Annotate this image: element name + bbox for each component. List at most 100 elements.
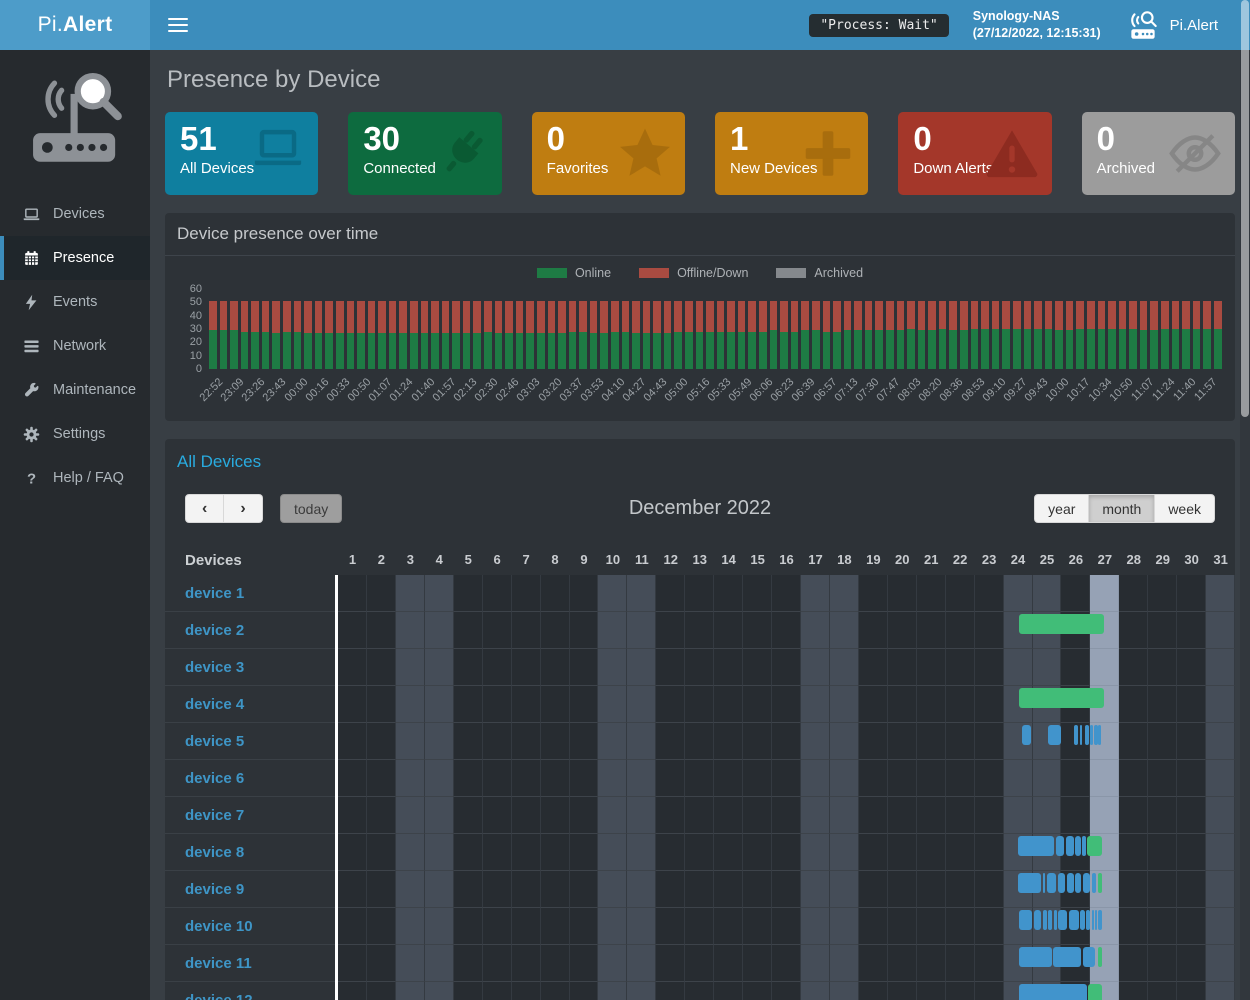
sidebar-item-events[interactable]: Events [0, 280, 150, 324]
scrollbar-thumb[interactable] [1241, 0, 1249, 417]
sidebar-logo [0, 50, 150, 174]
day-cell-14 [714, 575, 743, 612]
day-cell-19 [859, 649, 888, 686]
device-link[interactable]: device 11 [185, 955, 252, 972]
chart-bar [399, 301, 407, 369]
device-link[interactable]: device 9 [185, 881, 244, 898]
day-header-11: 11 [627, 545, 656, 575]
day-cell-7 [512, 612, 541, 649]
summary-card-new-devices[interactable]: 1New Devices [715, 112, 868, 195]
day-cell-29 [1148, 575, 1177, 612]
day-cell-21 [917, 760, 946, 797]
day-cell-28 [1119, 686, 1148, 723]
device-cell: device 2 [165, 612, 335, 649]
presence-segment [1074, 725, 1077, 745]
day-cell-2 [367, 612, 396, 649]
day-cell-21 [917, 575, 946, 612]
summary-card-all-devices[interactable]: 51All Devices [165, 112, 318, 195]
day-cell-19 [859, 834, 888, 871]
online-segment [971, 329, 979, 369]
legend-swatch [537, 268, 567, 278]
day-cell-22 [946, 649, 975, 686]
sidebar-item-help-faq[interactable]: ?Help / FAQ [0, 456, 150, 500]
summary-card-archived[interactable]: 0Archived [1082, 112, 1235, 195]
view-month-button[interactable]: month [1089, 494, 1154, 523]
day-cell-13 [685, 908, 714, 945]
online-segment [611, 332, 619, 369]
device-link[interactable]: device 5 [185, 733, 244, 750]
calendar-panel: All Devices ‹ › today December 2022 year… [165, 439, 1235, 1000]
presence-segment [1094, 725, 1098, 745]
sidebar-item-network[interactable]: Network [0, 324, 150, 368]
online-segment [844, 330, 852, 369]
legend-swatch [776, 268, 806, 278]
presence-segment [1056, 836, 1065, 856]
day-cell-8 [541, 612, 570, 649]
offline-segment [495, 301, 503, 333]
presence-segment [1083, 873, 1091, 893]
online-segment [875, 330, 883, 369]
device-link[interactable]: device 12 [185, 992, 253, 1000]
day-cell-9 [570, 575, 599, 612]
offline-segment [1098, 301, 1106, 329]
summary-card-favorites[interactable]: 0Favorites [532, 112, 685, 195]
device-link[interactable]: device 8 [185, 844, 244, 861]
day-cell-19 [859, 723, 888, 760]
day-cell-30 [1177, 575, 1206, 612]
day-cell-4 [425, 612, 454, 649]
presence-segment [1083, 947, 1095, 967]
day-cell-15 [743, 982, 772, 1000]
main-content: Presence by Device 51All Devices30Connec… [150, 50, 1250, 1000]
device-link[interactable]: device 7 [185, 807, 244, 824]
day-cell-7 [512, 908, 541, 945]
summary-card-connected[interactable]: 30Connected [348, 112, 501, 195]
day-cell-30 [1177, 723, 1206, 760]
chart-bar [1034, 301, 1042, 369]
offline-segment [1076, 301, 1084, 329]
chart-bar [1182, 301, 1190, 369]
device-link[interactable]: device 10 [185, 918, 253, 935]
sidebar-item-maintenance[interactable]: Maintenance [0, 368, 150, 412]
sidebar-item-presence[interactable]: Presence [0, 236, 150, 280]
svg-text:?: ? [27, 471, 36, 487]
device-day-area [338, 945, 1235, 982]
chart-bar [431, 301, 439, 369]
sidebar-item-devices[interactable]: Devices [0, 192, 150, 236]
online-segment [537, 333, 545, 369]
chart-bar [526, 301, 534, 369]
chart-bar [748, 301, 756, 369]
presence-segment [1098, 725, 1101, 745]
summary-card-down-alerts[interactable]: 0Down Alerts [898, 112, 1051, 195]
chart-bar [738, 301, 746, 369]
device-row: device 11 [165, 945, 1235, 982]
view-week-button[interactable]: week [1154, 494, 1215, 523]
device-link[interactable]: device 4 [185, 696, 244, 713]
chart-area: 0102030405060 [179, 289, 1221, 369]
day-cell-6 [483, 908, 512, 945]
offline-segment [399, 301, 407, 333]
x-tick-label: 04:27 [621, 376, 649, 404]
device-cell: device 6 [165, 760, 335, 797]
day-cell-30 [1177, 649, 1206, 686]
chart-bar [241, 301, 249, 369]
brand-logo[interactable]: Pi.Alert [0, 0, 150, 50]
device-link[interactable]: device 1 [185, 585, 244, 602]
device-row: device 4 [165, 686, 1235, 723]
day-cell-15 [743, 686, 772, 723]
device-link[interactable]: device 6 [185, 770, 244, 787]
chart-bar [706, 301, 714, 369]
sidebar-toggle-icon[interactable] [168, 14, 188, 36]
view-year-button[interactable]: year [1034, 494, 1089, 523]
device-link[interactable]: device 3 [185, 659, 244, 676]
offline-segment [304, 301, 312, 333]
online-segment [717, 332, 725, 369]
device-link[interactable]: device 2 [185, 622, 244, 639]
day-cell-13 [685, 760, 714, 797]
chart-bar [791, 301, 799, 369]
sidebar-item-settings[interactable]: Settings [0, 412, 150, 456]
online-segment [283, 332, 291, 369]
presence-segment [1092, 910, 1094, 930]
day-cell-9 [570, 723, 599, 760]
chart-bar [664, 301, 672, 369]
x-tick-label: 08:36 [938, 376, 966, 404]
